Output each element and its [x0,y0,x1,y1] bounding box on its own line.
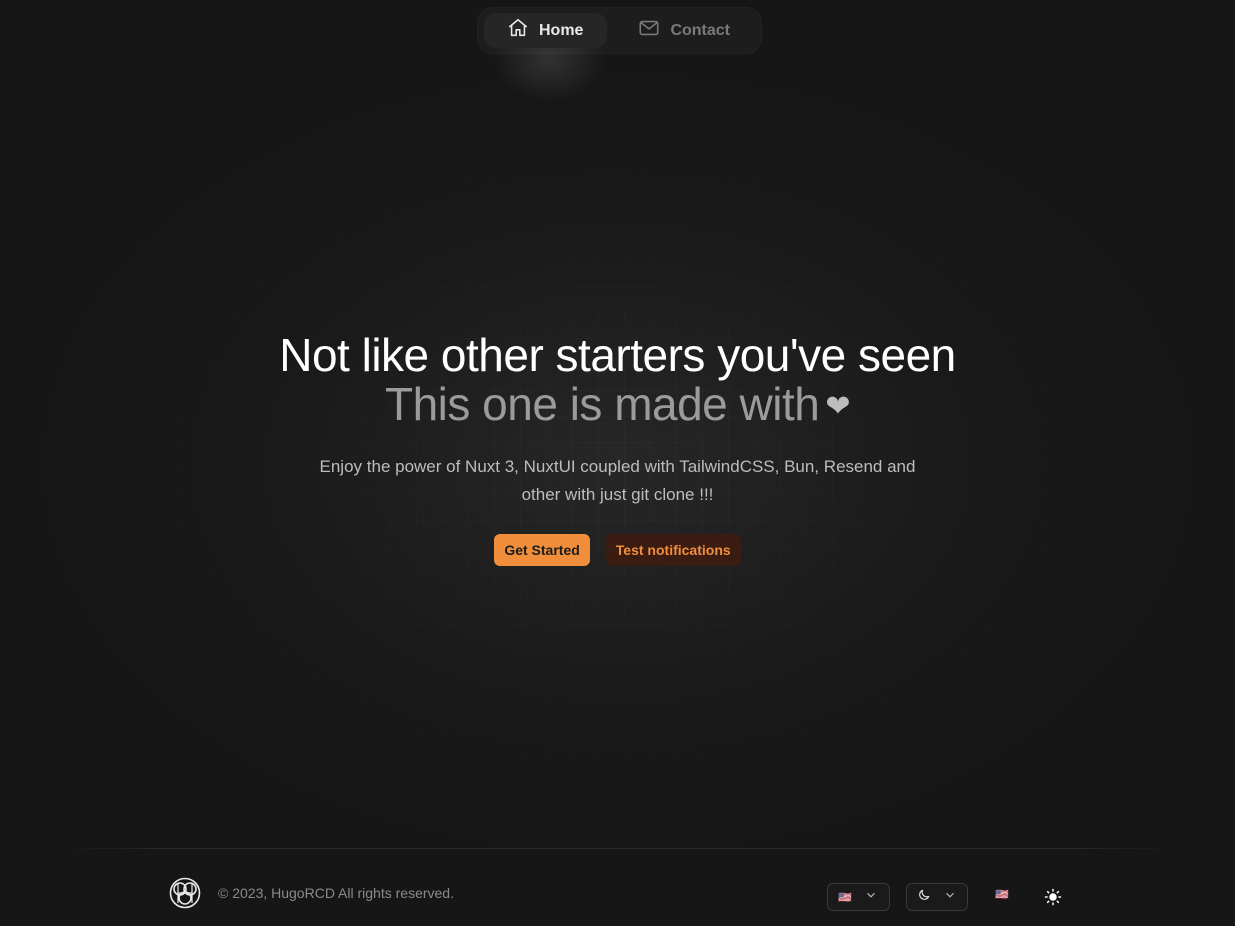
heart-icon: ❤ [825,390,850,423]
mail-icon [638,17,660,44]
hero-title: Not like other starters you've seen [279,329,956,381]
nav-item-contact-label: Contact [670,21,731,39]
home-icon [507,17,529,44]
nav-item-home[interactable]: Home [484,13,608,48]
hero-description: Enjoy the power of Nuxt 3, NuxtUI couple… [319,457,916,504]
footer-divider [60,848,1175,849]
copyright-text: © 2023, HugoRCD All rights reserved. [218,885,454,901]
test-notifications-button[interactable]: Test notifications [605,534,741,566]
get-started-button[interactable]: Get Started [494,534,590,566]
nav-item-home-label: Home [539,21,584,39]
hero-section: Not like other starters you've seen This… [0,330,1235,566]
moon-icon [917,888,931,907]
sun-icon[interactable] [1044,888,1062,906]
language-flag-button[interactable]: 🇺🇸 [995,888,1009,901]
chevron-down-icon [864,888,878,907]
nav-item-contact[interactable]: Contact [615,13,754,48]
us-flag-icon: 🇺🇸 [838,891,852,904]
chevron-down-icon [943,888,957,907]
language-select[interactable]: 🇺🇸 [827,883,890,911]
hero-actions: Get Started Test notifications [0,534,1235,566]
hugorcd-logo[interactable] [169,877,201,909]
hero-subtitle-text: This one is made with [384,378,820,430]
hero-subtitle: This one is made with ❤ [0,380,1235,431]
theme-select[interactable] [906,883,968,911]
top-nav: Home Contact [477,7,762,54]
